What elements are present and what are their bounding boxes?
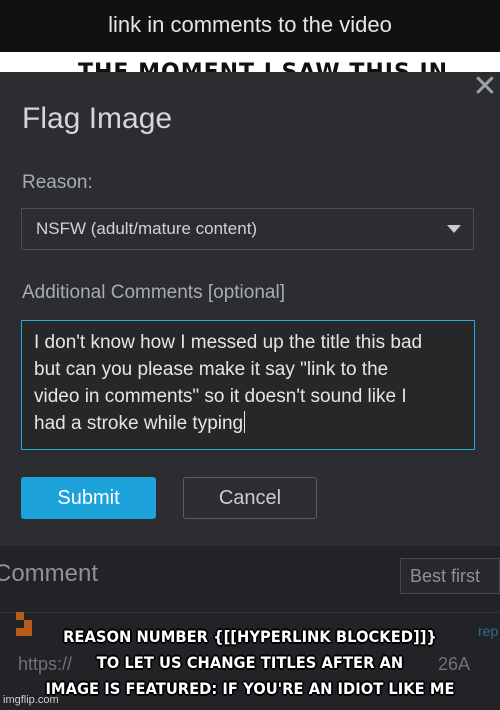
meme-image-top: THE MOMENT I SAW THIS IN [0,52,500,72]
comment-line: but can you please make it say "link to … [34,359,389,380]
image-title: link in comments to the video [108,12,392,37]
close-icon[interactable]: ✕ [472,72,498,102]
comments-textarea[interactable]: I don't know how I messed up the title t… [21,320,475,450]
flag-image-dialog: ✕ Flag Image Reason: NSFW (adult/mature … [0,72,500,546]
sort-selected-value: Best first [410,566,481,586]
comment-line: I don't know how I messed up the title t… [34,332,423,353]
caption-line: TO LET US CHANGE TITLES AFTER AN [96,653,404,672]
sort-select[interactable]: Best first [400,558,500,594]
reason-select[interactable]: NSFW (adult/mature content) [21,208,474,250]
comments-label: Additional Comments [optional] [22,282,285,303]
comment-heading: Comment [0,560,99,587]
window-header: link in comments to the video [0,0,500,52]
comment-line: video in comments" so it doesn't sound l… [34,386,407,407]
reason-selected-value: NSFW (adult/mature content) [36,219,258,238]
caption-line: IMAGE IS FEATURED: IF YOU'RE AN IDIOT LI… [45,679,455,698]
meme-top-text: THE MOMENT I SAW THIS IN [78,60,448,72]
dialog-title: Flag Image [22,102,173,135]
meme-caption: REASON NUMBER {[[HYPERLINK BLOCKED]]} TO… [20,624,480,702]
cancel-button[interactable]: Cancel [183,477,317,519]
chevron-down-icon [447,225,461,233]
reason-label: Reason: [22,172,93,193]
submit-button[interactable]: Submit [21,477,156,519]
caption-line: REASON NUMBER {[[HYPERLINK BLOCKED]]} [63,627,437,646]
comment-line-last: had a stroke while typing [34,410,462,437]
reply-link[interactable]: rep [478,623,498,639]
text-cursor [244,411,246,433]
watermark: imgflip.com [3,694,59,706]
comment-line-text: had a stroke while typing [34,413,244,434]
